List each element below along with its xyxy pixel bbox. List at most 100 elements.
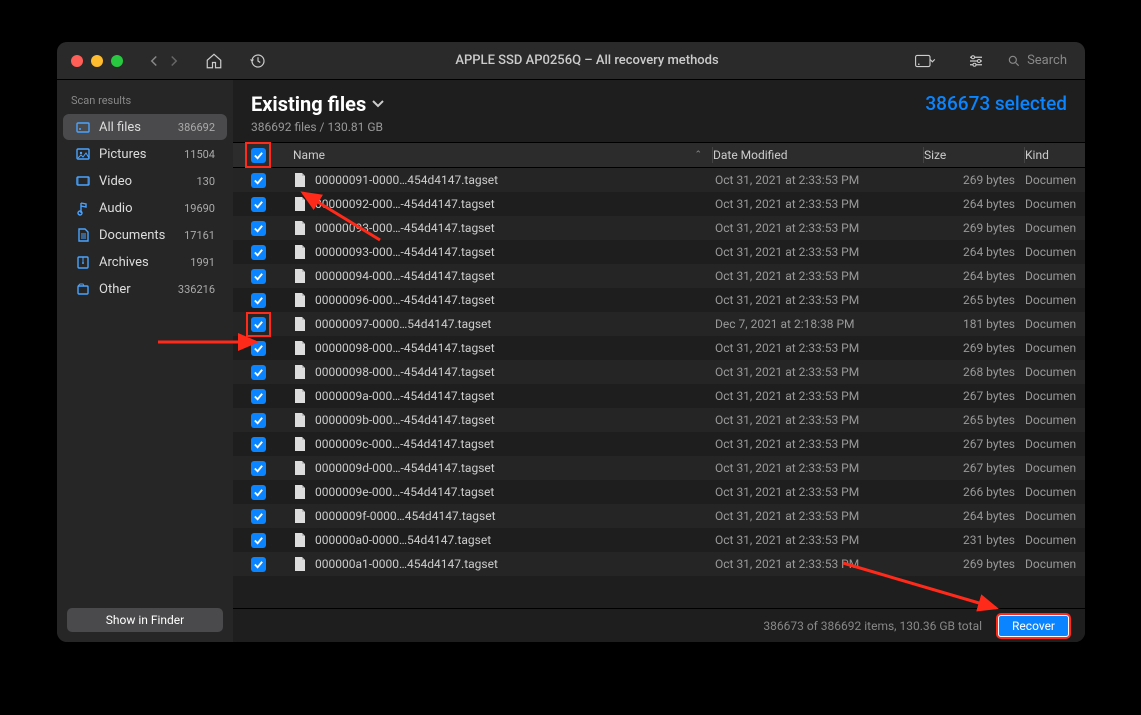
sidebar-item-count: 130 (196, 175, 215, 188)
checkbox-icon (251, 173, 266, 188)
row-checkbox[interactable] (251, 245, 266, 260)
search-placeholder: Search (1027, 53, 1067, 68)
file-name: 000000a1-0000…454d4147.tagset (315, 557, 498, 571)
table-row[interactable]: 0000009f-0000…454d4147.tagset Oct 31, 20… (233, 504, 1085, 528)
sort-ascending-icon: ⌃ (694, 150, 702, 160)
settings-icon[interactable] (963, 48, 989, 74)
rescan-icon[interactable] (245, 48, 271, 74)
close-window-button[interactable] (71, 55, 83, 67)
file-name: 00000098-000…-454d4147.tagset (315, 341, 495, 355)
sidebar-item-label: Archives (99, 255, 182, 270)
table-row[interactable]: 00000098-000…-454d4147.tagset Oct 31, 20… (233, 336, 1085, 360)
table-row[interactable]: 000000a0-0000…54d4147.tagset Oct 31, 202… (233, 528, 1085, 552)
file-kind: Documen (1025, 197, 1085, 211)
row-checkbox[interactable] (251, 293, 266, 308)
checkbox-icon (251, 557, 266, 572)
file-date: Oct 31, 2021 at 2:33:53 PM (715, 461, 925, 475)
table-row[interactable]: 0000009c-000…-454d4147.tagset Oct 31, 20… (233, 432, 1085, 456)
sidebar-item-audio[interactable]: Audio 19690 (63, 195, 227, 221)
forward-button[interactable] (165, 50, 183, 72)
file-name: 00000096-000…-454d4147.tagset (315, 293, 495, 307)
sidebar-item-pictures[interactable]: Pictures 11504 (63, 141, 227, 167)
table-row[interactable]: 00000092-000…-454d4147.tagset Oct 31, 20… (233, 192, 1085, 216)
row-checkbox[interactable] (251, 461, 266, 476)
back-button[interactable] (145, 50, 163, 72)
row-checkbox[interactable] (246, 312, 271, 337)
column-name[interactable]: Name ⌃ (283, 148, 712, 162)
row-checkbox[interactable] (251, 437, 266, 452)
sidebar-item-archives[interactable]: Archives 1991 (63, 249, 227, 275)
sidebar-item-video[interactable]: Video 130 (63, 168, 227, 194)
table-row[interactable]: 00000096-000…-454d4147.tagset Oct 31, 20… (233, 288, 1085, 312)
row-checkbox[interactable] (251, 389, 266, 404)
table-row[interactable]: 0000009d-000…-454d4147.tagset Oct 31, 20… (233, 456, 1085, 480)
sidebar-item-other[interactable]: Other 336216 (63, 276, 227, 302)
row-checkbox[interactable] (251, 269, 266, 284)
table-row[interactable]: 00000098-000…-454d4147.tagset Oct 31, 20… (233, 360, 1085, 384)
file-kind: Documen (1025, 461, 1085, 475)
show-in-finder-button[interactable]: Show in Finder (67, 608, 223, 632)
table-row[interactable]: 00000093-000…-454d4147.tagset Oct 31, 20… (233, 240, 1085, 264)
other-icon (75, 281, 91, 297)
row-checkbox[interactable] (251, 509, 266, 524)
table-row[interactable]: 0000009a-000…-454d4147.tagset Oct 31, 20… (233, 384, 1085, 408)
row-checkbox[interactable] (251, 173, 266, 188)
column-kind[interactable]: Kind (1025, 148, 1085, 162)
row-checkbox[interactable] (251, 221, 266, 236)
checkbox-icon (251, 245, 266, 260)
row-checkbox[interactable] (251, 557, 266, 572)
file-icon (293, 412, 307, 428)
checkbox-icon (251, 341, 266, 356)
file-icon (293, 196, 307, 212)
table-row[interactable]: 0000009b-000…-454d4147.tagset Oct 31, 20… (233, 408, 1085, 432)
column-size[interactable]: Size (924, 148, 1024, 162)
file-size: 265 bytes (925, 293, 1025, 307)
sidebar-item-count: 19690 (184, 202, 215, 215)
search-field[interactable]: Search (1003, 51, 1071, 70)
row-checkbox[interactable] (251, 197, 266, 212)
sidebar-item-label: All files (99, 120, 170, 135)
sidebar-item-count: 17161 (184, 229, 215, 242)
table-row[interactable]: 00000097-0000…54d4147.tagset Dec 7, 2021… (233, 312, 1085, 336)
checkbox-icon (251, 221, 266, 236)
file-size: 265 bytes (925, 413, 1025, 427)
select-all-checkbox[interactable] (245, 142, 271, 168)
sidebar-item-all-files[interactable]: All files 386692 (63, 114, 227, 140)
file-icon (293, 556, 307, 572)
storage-dropdown-icon[interactable] (913, 48, 939, 74)
table-row[interactable]: 00000091-0000…454d4147.tagset Oct 31, 20… (233, 168, 1085, 192)
file-name: 0000009c-000…-454d4147.tagset (315, 437, 494, 451)
home-icon[interactable] (201, 48, 227, 74)
row-checkbox[interactable] (251, 341, 266, 356)
row-checkbox[interactable] (251, 413, 266, 428)
file-size: 264 bytes (925, 245, 1025, 259)
file-icon (293, 484, 307, 500)
file-icon (293, 460, 307, 476)
file-name: 00000097-0000…54d4147.tagset (315, 317, 491, 331)
zoom-window-button[interactable] (111, 55, 123, 67)
main-title[interactable]: Existing files (251, 92, 925, 116)
file-kind: Documen (1025, 317, 1085, 331)
checkbox-icon (251, 269, 266, 284)
column-date[interactable]: Date Modified (713, 148, 923, 162)
table-row[interactable]: 00000093-000…-454d4147.tagset Oct 31, 20… (233, 216, 1085, 240)
file-kind: Documen (1025, 485, 1085, 499)
sidebar-item-count: 1991 (190, 256, 215, 269)
file-icon (293, 292, 307, 308)
table-row[interactable]: 0000009e-000…-454d4147.tagset Oct 31, 20… (233, 480, 1085, 504)
table-row[interactable]: 000000a1-0000…454d4147.tagset Oct 31, 20… (233, 552, 1085, 576)
minimize-window-button[interactable] (91, 55, 103, 67)
body: Scan results All files 386692 Pictures 1… (57, 80, 1085, 642)
recover-button[interactable]: Recover (996, 613, 1071, 639)
document-icon (75, 227, 91, 243)
row-checkbox[interactable] (251, 533, 266, 548)
file-date: Oct 31, 2021 at 2:33:53 PM (715, 221, 925, 235)
chevron-down-icon (372, 100, 384, 108)
row-checkbox[interactable] (251, 485, 266, 500)
file-list[interactable]: 00000091-0000…454d4147.tagset Oct 31, 20… (233, 168, 1085, 608)
row-checkbox[interactable] (251, 365, 266, 380)
file-kind: Documen (1025, 365, 1085, 379)
file-name: 0000009a-000…-454d4147.tagset (315, 389, 494, 403)
table-row[interactable]: 00000094-000…-454d4147.tagset Oct 31, 20… (233, 264, 1085, 288)
sidebar-item-documents[interactable]: Documents 17161 (63, 222, 227, 248)
